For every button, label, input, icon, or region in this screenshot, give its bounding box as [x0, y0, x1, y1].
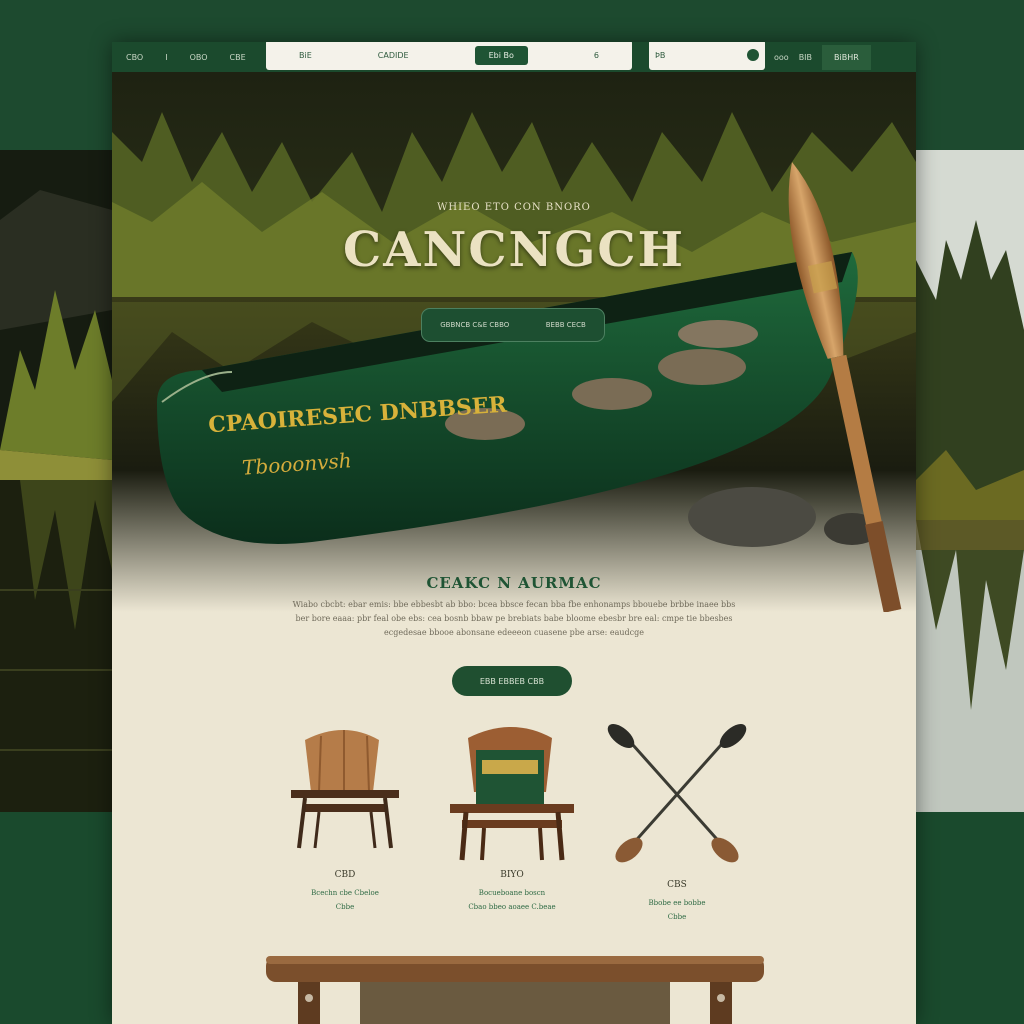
section-cta-button[interactable]: EBB EBBEB CBB [452, 666, 572, 696]
top-left-links: CBO I OBO CBE [112, 53, 266, 62]
product-name: CBS [667, 880, 687, 890]
hero-kicker: WHIEO ETO CON BNORO [437, 202, 591, 213]
product-description: Bbobe ee bobbe Cbbe [592, 896, 762, 924]
wooden-bench-image [266, 956, 764, 1024]
product-name: CBD [334, 870, 356, 880]
product-desc-line: Cbbe [667, 913, 687, 921]
section-title: CEAKC N AURMAC [426, 574, 602, 592]
product-card[interactable]: CBS Bbobe ee bobbe Cbbe [592, 722, 762, 924]
product-description: Bocueboane boscn Cbao bbeo aoaee C.beae [427, 886, 597, 914]
hero-button[interactable]: GBBNCB C&E CBBO BEBB CECB [421, 308, 605, 342]
product-card[interactable]: CBD Bcechn cbe Cbeloe Cbbe [260, 722, 430, 914]
crossed-paddles-icon [607, 724, 747, 863]
top-right-link[interactable]: BIB [799, 53, 812, 62]
product-desc-line: Cbao bbeo aoaee C.beae [468, 903, 556, 911]
left-preview-panel [0, 150, 112, 812]
product-desc-line: Cbbe [335, 903, 355, 911]
main-nav: BiE CADIDE Ebi Bo 6 [266, 42, 632, 70]
top-right-link[interactable]: ooo [774, 53, 789, 62]
top-right-links: ooo BIB BiBHR [774, 42, 871, 72]
nav-item-active[interactable]: Ebi Bo [474, 45, 528, 65]
hero-section: WHIEO ETO CON BNORO CANCNGCH GBBNCB C&E … [112, 72, 916, 612]
search-input[interactable]: ÞB [649, 42, 765, 70]
hero-button-label-right: BEBB CECB [545, 321, 586, 329]
top-left-link[interactable]: CBE [230, 53, 246, 62]
website-mockup-page: CBO I OBO CBE BiE CADIDE Ebi Bo 6 ÞB ooo… [112, 42, 916, 1024]
right-preview-panel [916, 150, 1024, 812]
product-desc-line: Bcechn cbe Cbeloe [311, 889, 379, 897]
nav-item[interactable]: 6 [594, 51, 599, 60]
search-placeholder: ÞB [655, 50, 666, 60]
hero-canoe-image [112, 72, 916, 612]
product-desc-line: Bocueboane boscn [478, 889, 546, 897]
top-left-link[interactable]: I [165, 53, 167, 62]
nav-item[interactable]: CADIDE [378, 51, 409, 60]
top-left-link[interactable]: OBO [190, 53, 208, 62]
top-right-cta-button[interactable]: BiBHR [822, 44, 871, 70]
search-icon[interactable] [747, 49, 759, 61]
product-name: BIYO [500, 870, 524, 880]
hero-title: CANCNGCH [343, 222, 685, 278]
top-navigation-bar: CBO I OBO CBE BiE CADIDE Ebi Bo 6 ÞB ooo… [112, 42, 916, 72]
chair-icon [291, 730, 399, 849]
nav-item[interactable]: BiE [299, 51, 312, 60]
product-description: Bcechn cbe Cbeloe Cbbe [260, 886, 430, 914]
top-left-link[interactable]: CBO [126, 53, 143, 62]
section-body: Wiabo cbcbt: ebar emis: bbe ebbesbt ab b… [292, 600, 736, 637]
branded-chair-icon [450, 727, 574, 861]
product-desc-line: Bbobe ee bobbe [648, 899, 706, 907]
product-card[interactable]: BIYO Bocueboane boscn Cbao bbeo aoaee C.… [427, 722, 597, 914]
hero-button-label-left: GBBNCB C&E CBBO [440, 321, 510, 329]
